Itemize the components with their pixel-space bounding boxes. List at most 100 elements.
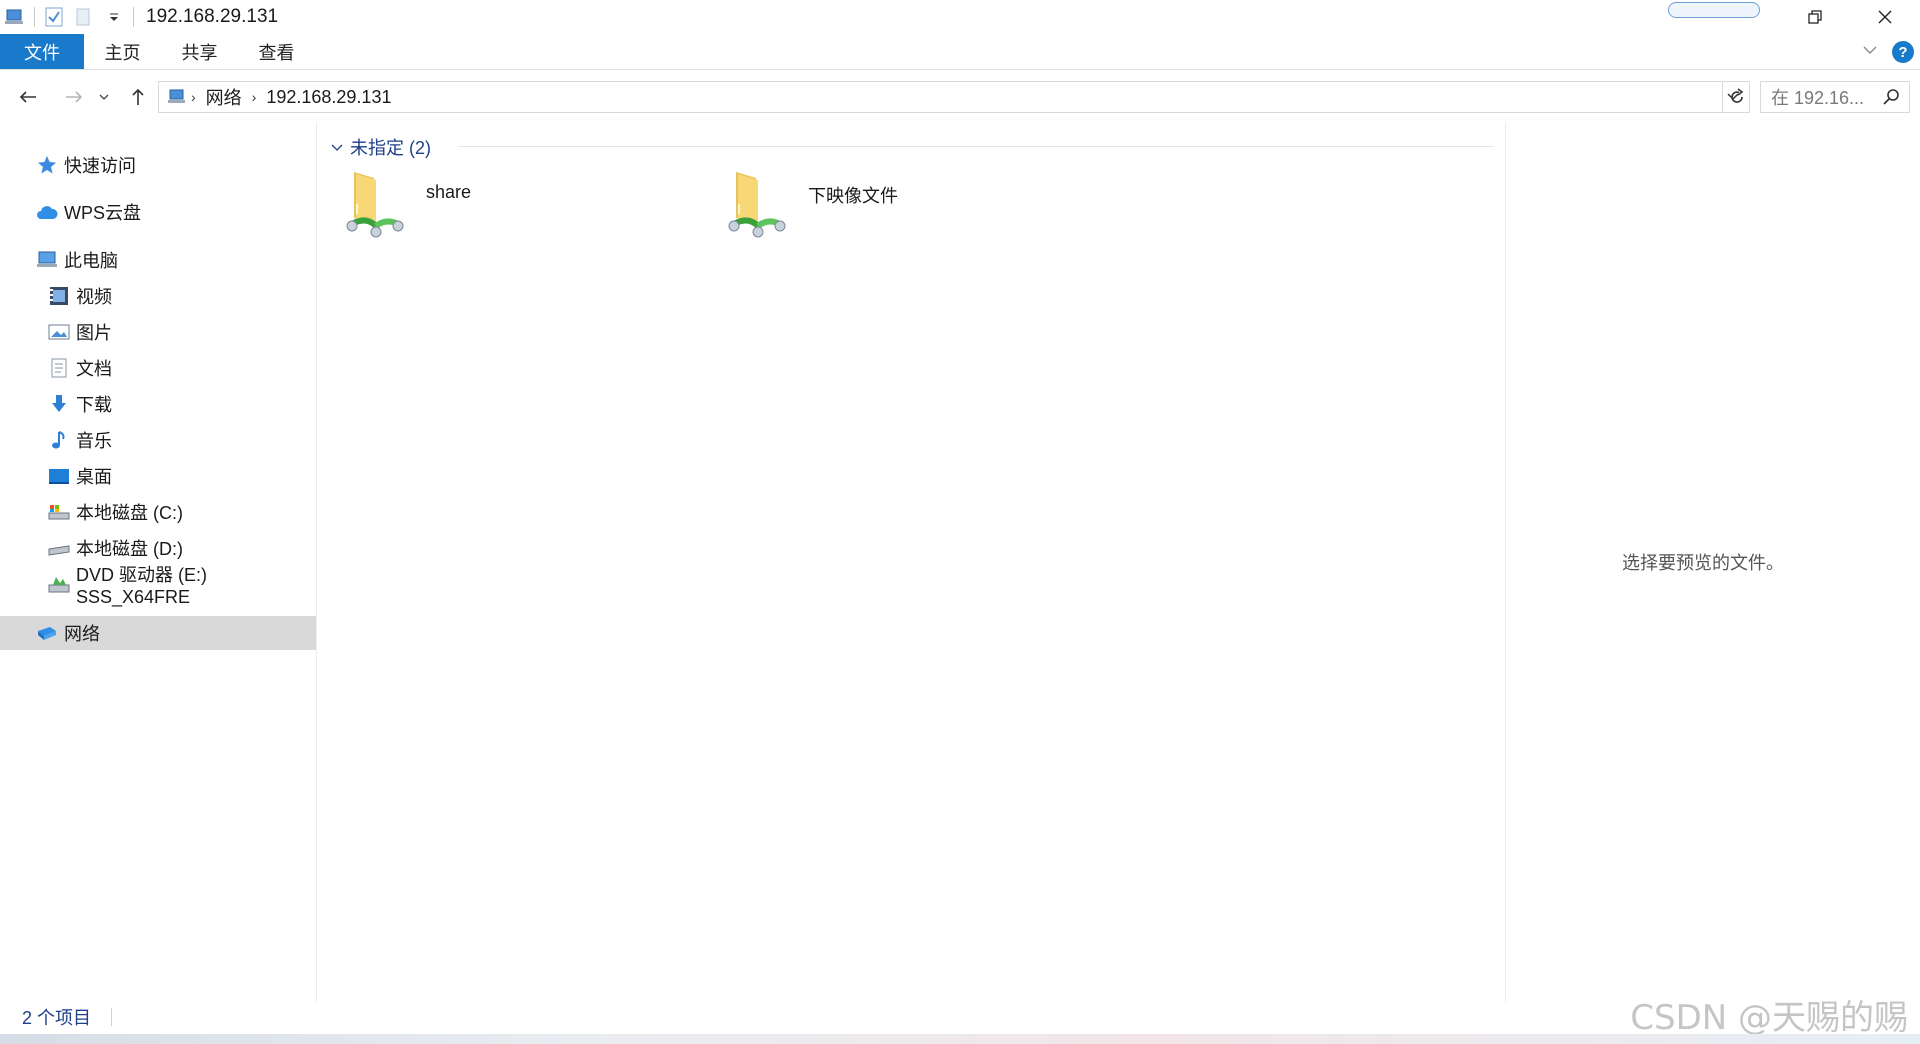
document-icon (48, 357, 70, 379)
toolbar-separator (133, 7, 134, 27)
network-computer-icon (4, 6, 26, 28)
music-icon (48, 429, 70, 451)
nav-item-label: 下载 (76, 395, 112, 415)
nav-item-label: 桌面 (76, 467, 112, 487)
group-header[interactable]: 未指定 (2) (330, 134, 431, 160)
nav-item-videos[interactable]: 视频 (0, 279, 316, 313)
nav-item-wps-cloud[interactable]: WPS云盘 (0, 195, 316, 229)
chevron-down-icon (1863, 46, 1877, 54)
taskbar-edge (0, 1034, 1920, 1044)
help-button[interactable]: ? (1892, 41, 1914, 63)
nav-item-label: 本地磁盘 (D:) (76, 539, 183, 559)
overlay-pill (1668, 2, 1760, 18)
restore-button[interactable] (1780, 0, 1850, 34)
search-input[interactable]: 在 192.16... (1760, 81, 1910, 113)
back-button[interactable] (12, 78, 44, 116)
toolbar-separator (34, 7, 35, 27)
item-count: 2 个项目 (22, 1008, 92, 1028)
list-item[interactable]: 下映像文件 (700, 168, 1030, 248)
arrow-left-icon (19, 91, 36, 103)
file-list: 未指定 (2) share 下映像文件 (318, 122, 1504, 1002)
preview-pane: 选择要预览的文件。 (1506, 122, 1920, 1002)
status-separator (111, 1008, 113, 1026)
nav-item-label: WPS云盘 (64, 203, 142, 223)
network-icon (36, 622, 58, 644)
nav-item-label: DVD 驱动器 (E:) SSS_X64FRE (76, 564, 208, 607)
nav-item-drive-c[interactable]: 本地磁盘 (C:) (0, 495, 316, 529)
nav-item-dvd-drive[interactable]: DVD 驱动器 (E:) SSS_X64FRE (0, 565, 316, 607)
chevron-down-icon (330, 137, 344, 158)
computer-icon (36, 249, 58, 271)
nav-item-music[interactable]: 音乐 (0, 423, 316, 457)
picture-icon (48, 321, 70, 343)
dvd-icon (48, 573, 70, 595)
nav-item-quick-access[interactable]: 快速访问 (0, 148, 316, 182)
breadcrumb-host[interactable]: 192.168.29.131 (260, 87, 397, 108)
nav-item-label: 图片 (76, 323, 112, 343)
search-placeholder: 在 192.16... (1771, 88, 1865, 108)
restore-icon (1808, 10, 1822, 24)
network-share-folder-icon (346, 168, 406, 242)
tab-file[interactable]: 文件 (0, 34, 84, 69)
window-title: 192.168.29.131 (146, 6, 279, 27)
ribbon-right-controls: ? (1862, 34, 1914, 70)
star-icon (36, 154, 58, 176)
group-divider (458, 146, 1494, 147)
tab-home[interactable]: 主页 (84, 34, 161, 69)
expand-ribbon-button[interactable] (1862, 43, 1878, 61)
nav-item-downloads[interactable]: 下载 (0, 387, 316, 421)
close-button[interactable] (1850, 0, 1920, 34)
nav-item-label: 视频 (76, 287, 112, 307)
nav-item-documents[interactable]: 文档 (0, 351, 316, 385)
address-row: › 网络 › 192.168.29.131 在 192.16... (0, 78, 1920, 116)
tab-share[interactable]: 共享 (161, 34, 238, 69)
breadcrumb-network[interactable]: 网络 (200, 84, 248, 110)
tab-view[interactable]: 查看 (238, 34, 315, 69)
forward-button[interactable] (58, 78, 90, 116)
watermark: CSDN @天赐的赐 (1630, 998, 1908, 1038)
desktop-icon (48, 465, 70, 487)
drive-c-icon (48, 501, 70, 523)
close-icon (1878, 10, 1892, 24)
nav-item-label: 音乐 (76, 431, 112, 451)
nav-item-label: 网络 (64, 624, 100, 644)
nav-item-label: 文档 (76, 359, 112, 379)
list-item[interactable]: share (318, 168, 648, 248)
group-header-label: 未指定 (2) (350, 138, 431, 158)
new-folder-icon[interactable] (73, 6, 95, 28)
pane-divider[interactable] (316, 122, 317, 1002)
nav-item-this-pc[interactable]: 此电脑 (0, 243, 316, 277)
title-bar: 192.168.29.131 (0, 0, 1920, 34)
nav-item-label: 此电脑 (64, 251, 118, 271)
search-icon[interactable] (1883, 88, 1901, 111)
cloud-icon (36, 201, 58, 223)
arrow-right-icon (66, 91, 83, 103)
nav-item-label: 本地磁盘 (C:) (76, 503, 183, 523)
refresh-button[interactable] (1722, 81, 1750, 113)
video-icon (48, 285, 70, 307)
window-controls (1780, 0, 1920, 34)
nav-item-pictures[interactable]: 图片 (0, 315, 316, 349)
nav-item-desktop[interactable]: 桌面 (0, 459, 316, 493)
network-share-folder-icon (728, 168, 788, 242)
preview-message: 选择要预览的文件。 (1622, 553, 1784, 573)
drive-d-icon (48, 537, 70, 559)
properties-icon[interactable] (43, 6, 65, 28)
refresh-icon (1730, 88, 1743, 103)
up-button[interactable] (122, 78, 154, 116)
ribbon-tabs: 文件 主页 共享 查看 ? (0, 34, 1920, 70)
item-name: 下映像文件 (808, 186, 898, 206)
nav-item-label: 快速访问 (64, 156, 136, 176)
breadcrumb-separator[interactable]: › (248, 89, 261, 105)
recent-locations-button[interactable] (92, 78, 116, 116)
network-location-icon (167, 88, 187, 106)
download-icon (48, 393, 70, 415)
customize-toolbar-dropdown-icon[interactable] (103, 6, 125, 28)
nav-item-network[interactable]: 网络 (0, 616, 316, 650)
navigation-pane: 快速访问 WPS云盘 此电脑 视频 图片 文档 下载 音乐 桌面 本地磁盘 (C… (0, 122, 316, 1002)
address-bar[interactable]: › 网络 › 192.168.29.131 (158, 81, 1750, 113)
quick-access-toolbar (0, 0, 134, 34)
help-icon: ? (1898, 43, 1908, 61)
item-name: share (426, 182, 472, 202)
breadcrumb-separator[interactable]: › (187, 89, 200, 105)
